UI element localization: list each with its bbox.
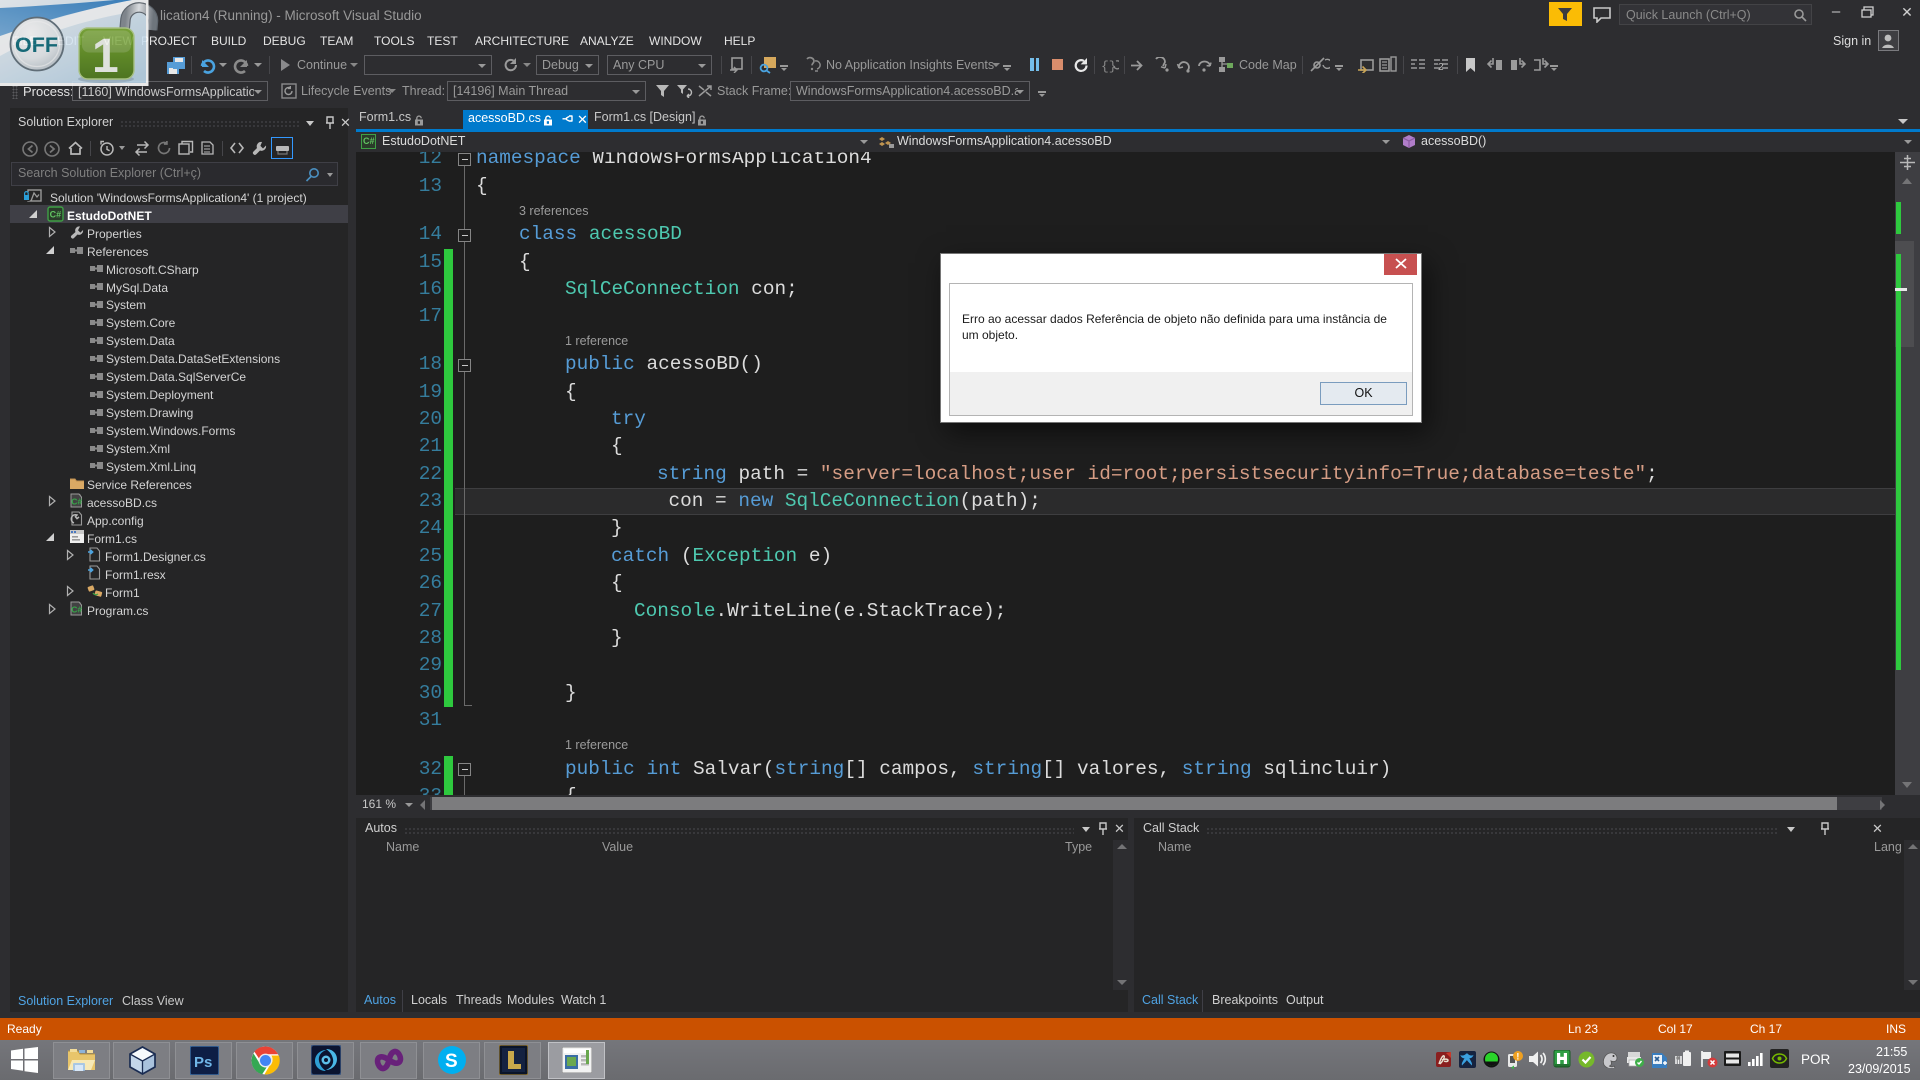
- svg-text:OFF: OFF: [15, 33, 58, 57]
- svg-text:2: 2: [1438, 62, 1444, 72]
- svg-text:Ps: Ps: [194, 1054, 212, 1071]
- svg-text:C#: C#: [50, 210, 62, 220]
- svg-text:S: S: [445, 1051, 458, 1072]
- svg-text:!: !: [1516, 1051, 1519, 1061]
- svg-text:1: 1: [92, 30, 119, 83]
- svg-text:{}: {}: [1101, 59, 1117, 73]
